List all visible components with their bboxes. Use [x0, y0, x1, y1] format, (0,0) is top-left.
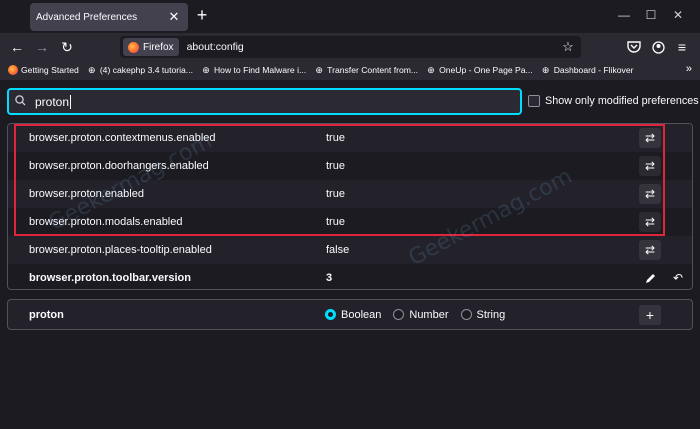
bookmark-label: (4) cakephp 3.4 tutoria... — [99, 65, 193, 75]
globe-icon: ⊕ — [541, 64, 550, 75]
pref-name: browser.proton.places-tooltip.enabled — [29, 244, 212, 256]
bookmark-label: Transfer Content from... — [327, 65, 419, 75]
globe-icon: ⊕ — [88, 64, 96, 75]
bookmark-item[interactable]: ⊕ Dashboard - Flikover — [541, 64, 634, 76]
bookmark-item[interactable]: Getting Started — [8, 65, 79, 75]
table-row: browser.proton.modals.enabled true ⇄ — [8, 208, 692, 236]
globe-icon: ⊕ — [427, 64, 435, 75]
radio-label: Number — [409, 308, 449, 321]
toggle-button[interactable]: ⇄ — [639, 184, 661, 204]
identity-label: Firefox — [143, 41, 174, 53]
radio-dot[interactable] — [393, 309, 405, 320]
pref-value: true — [326, 132, 345, 144]
menu-icon[interactable]: ≡ — [672, 37, 692, 57]
table-row: browser.proton.doorhangers.enabled true … — [8, 152, 692, 180]
toggle-button[interactable]: ⇄ — [639, 156, 661, 176]
back-button[interactable]: ← — [7, 37, 27, 57]
chevron-more-icon[interactable]: » — [686, 63, 692, 75]
search-icon — [15, 94, 29, 109]
bookmark-star-icon[interactable]: ☆ — [559, 39, 577, 55]
add-preference-row: proton Boolean Number String + — [7, 299, 693, 330]
pref-value: true — [326, 160, 345, 172]
search-value: proton — [35, 94, 70, 109]
account-icon[interactable] — [648, 37, 668, 57]
radio-string[interactable]: String — [460, 308, 506, 321]
radio-label: Boolean — [341, 308, 382, 321]
radio-boolean[interactable]: Boolean — [325, 309, 381, 321]
bookmark-item[interactable]: ⊕ OneUp - One Page Pa... — [426, 64, 533, 76]
table-row: browser.proton.contextmenus.enabled true… — [8, 124, 692, 152]
add-button[interactable]: + — [639, 305, 661, 325]
preferences-table: browser.proton.contextmenus.enabled true… — [7, 123, 693, 290]
identity-box[interactable]: Firefox — [123, 38, 179, 56]
tab-title: Advanced Preferences — [36, 11, 138, 23]
show-modified-checkbox[interactable] — [528, 95, 540, 107]
show-modified-toggle[interactable]: Show only modified preferences — [528, 95, 699, 107]
pref-name: browser.proton.contextmenus.enabled — [29, 132, 216, 144]
table-row: browser.proton.places-tooltip.enabled fa… — [8, 236, 692, 264]
new-pref-name: proton — [29, 308, 64, 321]
table-row: browser.proton.toolbar.version 3 ↶ — [8, 264, 692, 289]
maximize-button[interactable]: ☐ — [639, 5, 663, 25]
pref-value: true — [326, 216, 345, 228]
firefox-icon — [8, 65, 18, 75]
globe-icon: ⊕ — [315, 64, 323, 75]
bookmark-label: OneUp - One Page Pa... — [439, 65, 533, 75]
search-input[interactable]: proton — [7, 88, 522, 115]
toggle-button[interactable]: ⇄ — [639, 128, 661, 148]
bookmark-label: How to Find Malware i... — [213, 65, 307, 75]
toggle-button[interactable]: ⇄ — [639, 240, 661, 260]
pref-value: true — [326, 188, 345, 200]
close-icon[interactable]: ✕ — [166, 9, 182, 25]
pref-value: 3 — [326, 272, 333, 284]
navigation-toolbar: ← → ↻ Firefox about:config ☆ ≡ — [0, 33, 700, 60]
show-modified-label: Show only modified preferences — [545, 95, 699, 107]
radio-label: String — [476, 308, 506, 321]
bookmark-label: Getting Started — [21, 65, 79, 75]
firefox-icon — [128, 41, 139, 53]
reload-button[interactable]: ↻ — [57, 37, 77, 57]
edit-pencil-icon[interactable] — [639, 268, 661, 288]
bookmark-item[interactable]: ⊕ Transfer Content from... — [314, 64, 419, 76]
type-radio-group: Boolean Number String — [325, 309, 505, 321]
bookmark-item[interactable]: ⊕ How to Find Malware i... — [201, 64, 307, 76]
pref-name: browser.proton.doorhangers.enabled — [29, 160, 209, 172]
tab-advanced-preferences[interactable]: Advanced Preferences ✕ — [30, 3, 188, 31]
pocket-icon[interactable] — [624, 37, 644, 57]
bookmark-label: Dashboard - Flikover — [553, 65, 634, 75]
pref-value: false — [326, 244, 350, 256]
bookmark-item[interactable]: ⊕ (4) cakephp 3.4 tutoria... — [87, 64, 193, 76]
close-window-button[interactable]: ✕ — [666, 5, 690, 25]
bookmarks-toolbar: Getting Started ⊕ (4) cakephp 3.4 tutori… — [0, 60, 700, 80]
pref-name: browser.proton.toolbar.version — [29, 272, 191, 284]
url-text[interactable]: about:config — [187, 41, 559, 53]
radio-dot[interactable] — [460, 309, 472, 320]
forward-button[interactable]: → — [32, 37, 52, 57]
pref-name: browser.proton.modals.enabled — [29, 216, 183, 228]
radio-dot-selected[interactable] — [325, 309, 336, 320]
globe-icon: ⊕ — [202, 64, 210, 75]
pref-name: browser.proton.enabled — [29, 188, 144, 200]
table-row: browser.proton.enabled true ⇄ — [8, 180, 692, 208]
minimize-button[interactable]: — — [612, 5, 636, 25]
reset-icon[interactable]: ↶ — [667, 268, 689, 288]
new-tab-button[interactable]: + — [193, 6, 211, 25]
url-bar[interactable]: Firefox about:config ☆ — [120, 36, 581, 58]
text-caret — [70, 94, 72, 109]
toggle-button[interactable]: ⇄ — [639, 212, 661, 232]
tab-strip: Advanced Preferences ✕ + — ☐ ✕ — [0, 0, 700, 33]
radio-number[interactable]: Number — [393, 308, 449, 321]
